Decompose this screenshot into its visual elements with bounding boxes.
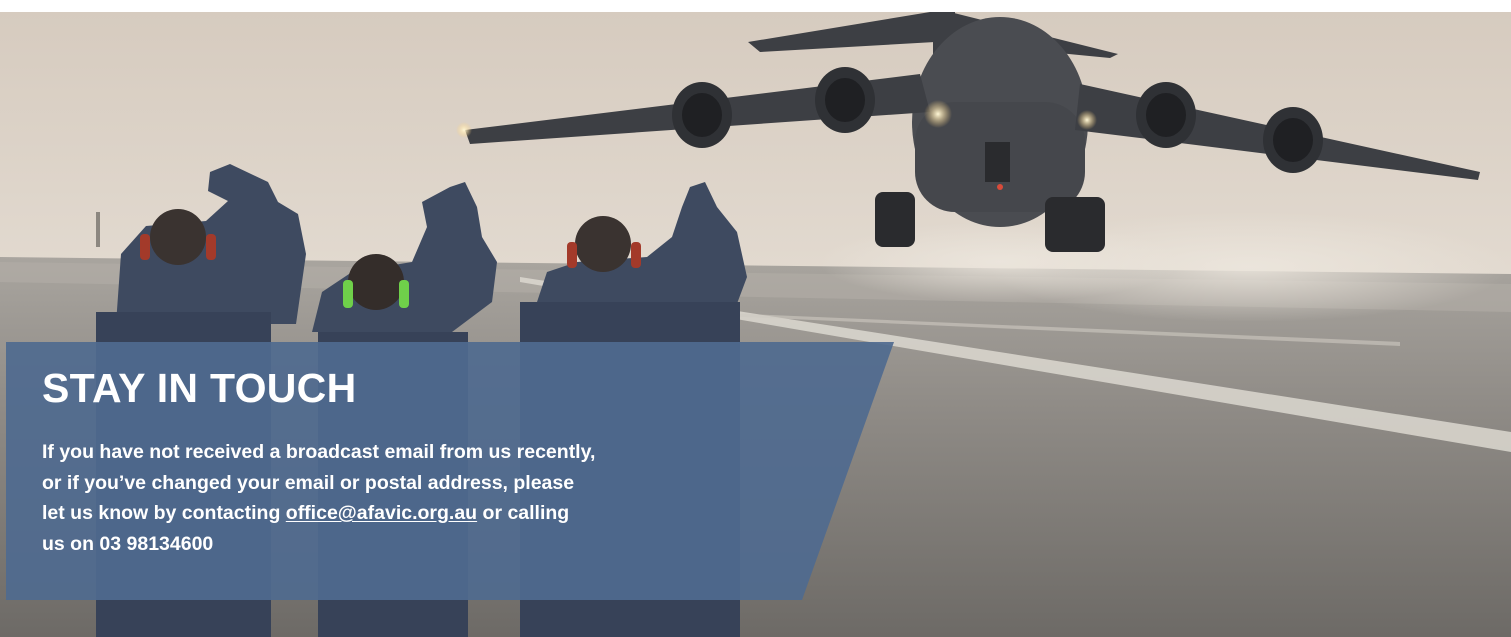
message-line-2: or if you’ve changed your email or posta… <box>42 471 575 494</box>
stay-in-touch-panel: STAY IN TOUCH If you have not received a… <box>6 342 894 600</box>
message-line-4: us on 03 98134600 <box>42 532 214 555</box>
panel-title: STAY IN TOUCH <box>42 365 357 411</box>
message-line-1: If you have not received a broadcast ema… <box>42 441 596 463</box>
message-line-3: let us know by contacting office@afavic.… <box>42 498 742 529</box>
message-line-3-before: let us know by contacting <box>42 502 286 524</box>
email-link[interactable]: office@afavic.org.au <box>286 502 477 524</box>
panel-message: If you have not received a broadcast ema… <box>42 437 742 559</box>
message-line-3-after: or calling <box>477 502 570 524</box>
hero-banner: STAY IN TOUCH If you have not received a… <box>0 12 1511 637</box>
